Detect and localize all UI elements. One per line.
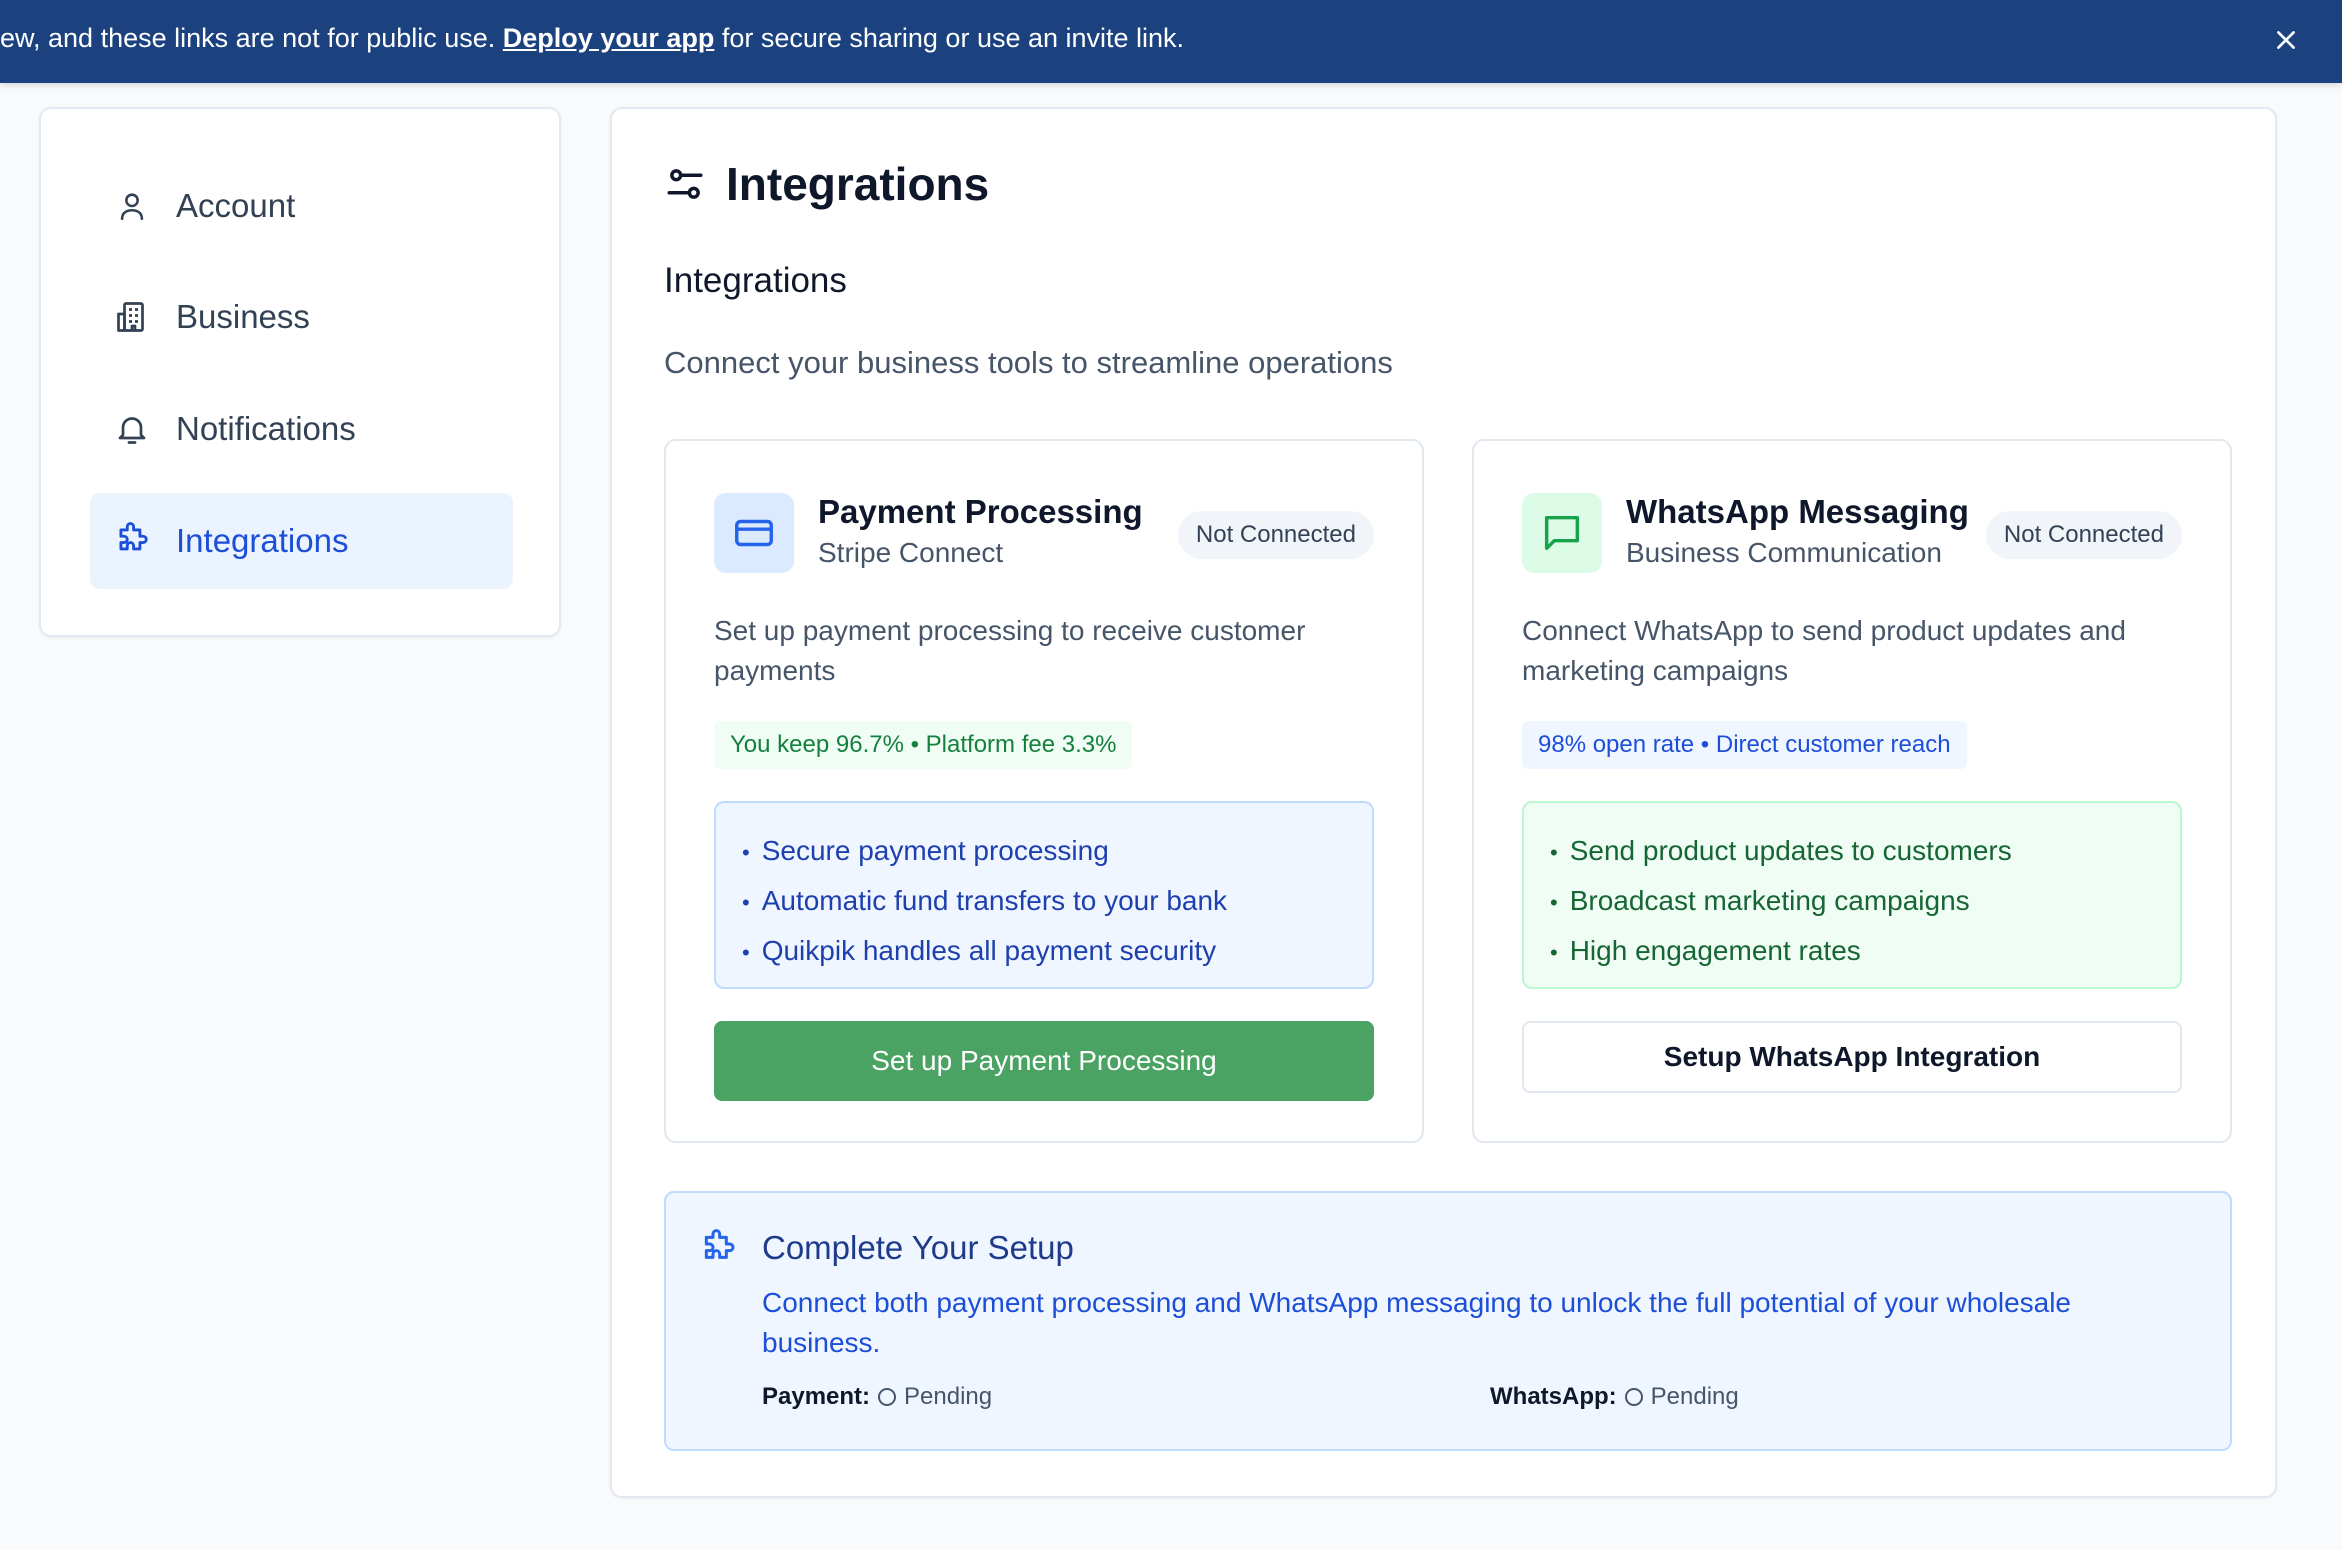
user-icon [112, 186, 152, 226]
status-badge: Not Connected [1177, 511, 1374, 559]
integrations-panel: Integrations Integrations Connect your b… [610, 107, 2277, 1498]
sidebar-item-notifications[interactable]: Notifications [90, 381, 513, 477]
pending-circle-icon [1624, 1388, 1643, 1406]
banner-text: ew, and these links are not for public u… [0, 0, 1184, 83]
card-subtitle: Business Communication [1626, 537, 1942, 568]
section-subtitle: Connect your business tools to streamlin… [664, 345, 1393, 380]
puzzle-icon [698, 1229, 738, 1269]
page-title-text: Integrations [726, 158, 990, 210]
payment-processing-card: Payment Processing Stripe Connect Not Co… [664, 439, 1424, 1143]
close-banner-button[interactable] [2266, 20, 2306, 60]
puzzle-icon [112, 521, 152, 561]
complete-setup-panel: Complete Your Setup Connect both payment… [664, 1191, 2232, 1451]
credit-card-icon [714, 493, 794, 573]
close-icon [2277, 31, 2295, 49]
sidebar-item-label: Notifications [176, 410, 356, 447]
status-value: Pending [1650, 1383, 1739, 1410]
card-description: Connect WhatsApp to send product updates… [1522, 615, 2126, 686]
card-title: Payment Processing [818, 493, 1143, 530]
whatsapp-status: WhatsApp: Pending [1490, 1383, 1739, 1411]
feature-list: Secure payment processing Automatic fund… [714, 801, 1374, 989]
deploy-app-link[interactable]: Deploy your app [503, 23, 715, 53]
status-badge: Not Connected [1985, 511, 2182, 559]
settings-sidebar: Account Business Notifications Integrati… [39, 107, 561, 637]
payment-status: Payment: Pending [762, 1383, 992, 1411]
fee-pill: You keep 96.7% • Platform fee 3.3% [714, 721, 1133, 769]
sidebar-item-label: Business [176, 298, 310, 335]
stats-pill: 98% open rate • Direct customer reach [1522, 721, 1967, 769]
list-item: Broadcast marketing campaigns [1550, 877, 2154, 927]
bell-icon [112, 409, 152, 449]
building-icon [112, 297, 152, 337]
sidebar-item-business[interactable]: Business [90, 269, 513, 365]
status-value: Pending [904, 1383, 993, 1410]
pending-circle-icon [878, 1388, 897, 1406]
message-icon [1522, 493, 1602, 573]
list-item: Send product updates to customers [1550, 827, 2154, 877]
sidebar-item-integrations[interactable]: Integrations [90, 493, 513, 589]
list-item: High engagement rates [1550, 927, 2154, 977]
sidebar-item-label: Integrations [176, 522, 349, 559]
preview-banner: ew, and these links are not for public u… [0, 0, 2342, 83]
feature-list: Send product updates to customers Broadc… [1522, 801, 2182, 989]
status-label: WhatsApp: [1490, 1383, 1617, 1410]
whatsapp-messaging-card: WhatsApp Messaging Business Communicatio… [1472, 439, 2232, 1143]
page-title: Integrations [664, 154, 989, 214]
card-description: Set up payment processing to receive cus… [714, 615, 1306, 686]
banner-text-after: for secure sharing or use an invite link… [714, 23, 1185, 53]
setup-description: Connect both payment processing and What… [762, 1287, 2071, 1358]
setup-title: Complete Your Setup [762, 1229, 1074, 1266]
card-title: WhatsApp Messaging [1626, 493, 1969, 530]
section-title: Integrations [664, 261, 847, 300]
list-item: Automatic fund transfers to your bank [742, 877, 1346, 927]
setup-whatsapp-button[interactable]: Setup WhatsApp Integration [1522, 1021, 2182, 1093]
list-item: Quikpik handles all payment security [742, 927, 1346, 977]
sliders-icon [664, 162, 708, 206]
setup-payment-button[interactable]: Set up Payment Processing [714, 1021, 1374, 1101]
banner-text-before: ew, and these links are not for public u… [0, 23, 503, 53]
card-subtitle: Stripe Connect [818, 537, 1004, 568]
status-label: Payment: [762, 1383, 871, 1410]
list-item: Secure payment processing [742, 827, 1346, 877]
sidebar-item-account[interactable]: Account [90, 158, 513, 254]
sidebar-item-label: Account [176, 187, 296, 224]
